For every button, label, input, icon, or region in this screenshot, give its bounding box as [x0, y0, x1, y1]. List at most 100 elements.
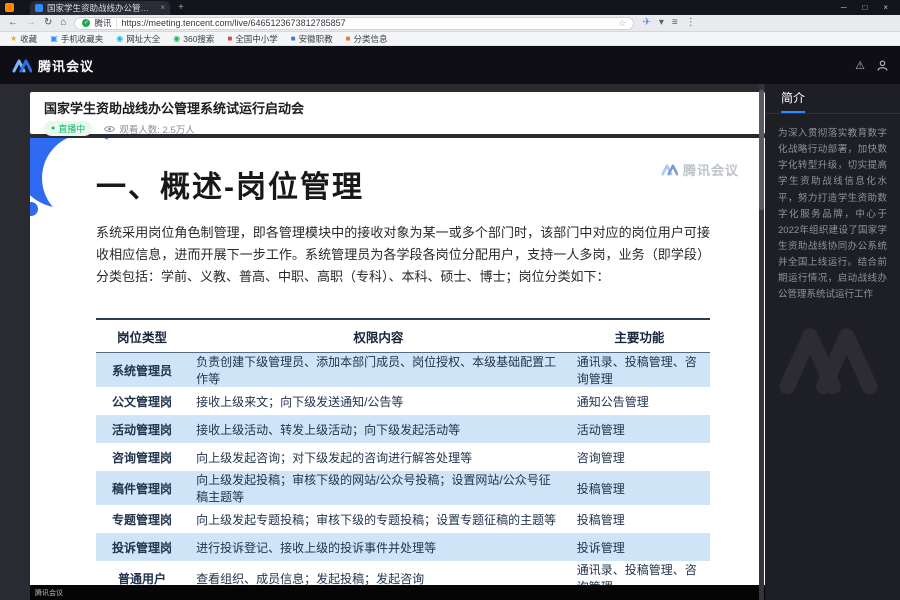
menu-icon[interactable]: ≡	[672, 18, 678, 28]
maximize-icon[interactable]: □	[862, 3, 867, 12]
table-cell: 接收上级活动、转发上级活动；向下级发起活动等	[188, 415, 569, 443]
table-cell: 进行投诉登记、接收上级的投诉事件并处理等	[188, 533, 569, 561]
bookmarks-bar: ★收藏▣手机收藏夹◉网址大全◉360搜索■全国中小学■安徽职教■分类信息	[0, 32, 900, 46]
slide-watermark: 腾讯会议	[661, 160, 739, 179]
meeting-meta-row: ● 直播中 观看人数: 2.5万人	[44, 121, 751, 136]
bookmark-item[interactable]: ■分类信息	[346, 33, 388, 45]
site-safety-icon: ✓	[82, 19, 90, 27]
bookmark-favicon-icon: ★	[10, 35, 17, 43]
tab-intro[interactable]: 简介	[781, 89, 805, 113]
table-row: 普通用户查看组织、成员信息；发起投稿；发起咨询通讯录、投稿管理、咨询管理	[96, 561, 710, 585]
tencent-meeting-logo-icon	[12, 58, 32, 73]
bookmark-item[interactable]: ◉网址大全	[116, 33, 160, 45]
meeting-description: 为深入贯彻落实教育数字化战略行动部署，加快数字化转型升级，切实提高学生资助战线信…	[765, 114, 900, 316]
table-cell: 活动管理	[569, 415, 710, 443]
url-text[interactable]: https://meeting.tencent.com/live/6465123…	[121, 18, 614, 28]
user-icon[interactable]	[877, 60, 888, 71]
sidebar-tab-bar: 简介	[765, 84, 900, 114]
table-cell: 投诉管理岗	[96, 533, 188, 561]
video-player[interactable]: 腾讯会议 一、概述-岗位管理 系统采用岗位角色制管理，即各管理模块中的接收对象为…	[30, 138, 765, 600]
window-controls: ─ □ ×	[841, 3, 900, 12]
live-status-badge: ● 直播中	[44, 121, 92, 136]
slide: 腾讯会议 一、概述-岗位管理 系统采用岗位角色制管理，即各管理模块中的接收对象为…	[30, 138, 765, 585]
bookmark-item[interactable]: ■全国中小学	[227, 33, 277, 45]
share-plane-icon[interactable]: ✈	[642, 18, 650, 28]
forward-icon[interactable]: →	[26, 18, 36, 28]
live-dot-icon: ●	[51, 125, 55, 132]
favorite-star-icon[interactable]: ☆	[618, 19, 626, 28]
home-icon[interactable]: ⌂	[60, 18, 66, 28]
warning-icon[interactable]: ⚠	[855, 59, 865, 72]
table-cell: 通讯录、投稿管理、咨询管理	[569, 353, 710, 388]
table-cell: 查看组织、成员信息；发起投稿；发起咨询	[188, 561, 569, 585]
sidebar-watermark-logo-icon	[778, 319, 888, 399]
slide-decoration-dot	[30, 202, 38, 216]
bookmark-label: 安徽职教	[299, 33, 333, 45]
reload-icon[interactable]: ↻	[44, 18, 52, 28]
minimize-icon[interactable]: ─	[841, 3, 847, 12]
app-header: 腾讯会议 ⚠	[0, 46, 900, 84]
bookmark-label: 分类信息	[354, 33, 388, 45]
scrollbar-thumb[interactable]	[759, 90, 764, 210]
table-cell: 投稿管理	[569, 505, 710, 533]
viewer-count-text: 观看人数: 2.5万人	[119, 122, 195, 136]
bookmark-label: 全国中小学	[235, 33, 278, 45]
table-cell: 专题管理岗	[96, 505, 188, 533]
table-cell: 投诉管理	[569, 533, 710, 561]
tab-favicon-icon	[35, 4, 43, 12]
info-sidebar: 简介 为深入贯彻落实教育数字化战略行动部署，加快数字化转型升级，切实提高学生资助…	[765, 84, 900, 600]
bookmark-item[interactable]: ★收藏	[10, 33, 37, 45]
slide-heading: 一、概述-岗位管理	[96, 162, 364, 206]
new-tab-button[interactable]: +	[178, 3, 184, 13]
viewer-count: 观看人数: 2.5万人	[104, 122, 195, 136]
table-row: 投诉管理岗进行投诉登记、接收上级的投诉事件并处理等投诉管理	[96, 533, 710, 561]
site-name-badge[interactable]: 腾讯	[94, 17, 117, 29]
table-cell: 通知公告管理	[569, 387, 710, 415]
table-cell: 活动管理岗	[96, 415, 188, 443]
bookmark-label: 网址大全	[126, 33, 160, 45]
table-row: 稿件管理岗向上级发起投稿；审核下级的网站/公众号投稿；设置网站/公众号征稿主题等…	[96, 471, 710, 505]
bookmark-item[interactable]: ▣手机收藏夹	[50, 33, 103, 45]
player-watermark: 腾讯会议	[35, 588, 63, 598]
bookmark-item[interactable]: ■安徽职教	[291, 33, 333, 45]
bookmark-label: 收藏	[20, 33, 37, 45]
table-cell: 通讯录、投稿管理、咨询管理	[569, 561, 710, 585]
bookmark-label: 360搜索	[183, 33, 214, 45]
bookmark-favicon-icon: ■	[291, 35, 296, 43]
slide-paragraph: 系统采用岗位角色制管理，即各管理模块中的接收对象为某一或多个部门时，该部门中对应…	[96, 222, 710, 288]
tab-title: 国家学生资助战线办公管理系统试运行启动会	[47, 2, 156, 14]
dropdown-caret-icon[interactable]: ▾	[659, 18, 664, 28]
bookmark-favicon-icon: ◉	[116, 35, 123, 43]
table-row: 咨询管理岗向上级发起咨询；对下级发起的咨询进行解答处理等咨询管理	[96, 443, 710, 471]
column-header: 主要功能	[569, 319, 710, 353]
bookmark-favicon-icon: ▣	[50, 35, 58, 43]
table-cell: 咨询管理岗	[96, 443, 188, 471]
more-icon[interactable]: ⋮	[686, 18, 696, 28]
page-scrollbar[interactable]	[759, 84, 764, 600]
tencent-meeting-watermark-icon	[661, 163, 678, 176]
header-right-icons: ⚠	[855, 59, 888, 72]
bookmark-label: 手机收藏夹	[61, 33, 104, 45]
tab-close-icon[interactable]: ×	[160, 4, 165, 12]
player-control-bar[interactable]: 腾讯会议	[30, 585, 765, 600]
back-icon[interactable]: ←	[8, 18, 18, 28]
slide-watermark-text: 腾讯会议	[683, 160, 739, 179]
table-cell: 稿件管理岗	[96, 471, 188, 505]
table-row: 系统管理员负责创建下级管理员、添加本部门成员、岗位授权、本级基础配置工作等通讯录…	[96, 353, 710, 388]
browser-tab[interactable]: 国家学生资助战线办公管理系统试运行启动会 ×	[30, 1, 170, 15]
brand[interactable]: 腾讯会议	[12, 56, 94, 75]
browser-logo-icon[interactable]	[5, 3, 14, 12]
address-bar[interactable]: ✓ 腾讯 https://meeting.tencent.com/live/64…	[74, 17, 634, 30]
meeting-title-card: 国家学生资助战线办公管理系统试运行启动会 ● 直播中 观看人数: 2.5万人	[30, 92, 765, 134]
brand-name: 腾讯会议	[38, 56, 94, 75]
close-icon[interactable]: ×	[883, 3, 888, 12]
table-cell: 负责创建下级管理员、添加本部门成员、岗位授权、本级基础配置工作等	[188, 353, 569, 388]
table-cell: 投稿管理	[569, 471, 710, 505]
roles-table: 岗位类型 权限内容 主要功能 系统管理员负责创建下级管理员、添加本部门成员、岗位…	[96, 318, 710, 585]
bookmark-item[interactable]: ◉360搜索	[173, 33, 214, 45]
browser-tabstrip: 国家学生资助战线办公管理系统试运行启动会 × + ─ □ ×	[0, 0, 900, 15]
table-header-row: 岗位类型 权限内容 主要功能	[96, 319, 710, 353]
eye-icon	[104, 125, 115, 133]
table-cell: 咨询管理	[569, 443, 710, 471]
table-cell: 向上级发起投稿；审核下级的网站/公众号投稿；设置网站/公众号征稿主题等	[188, 471, 569, 505]
